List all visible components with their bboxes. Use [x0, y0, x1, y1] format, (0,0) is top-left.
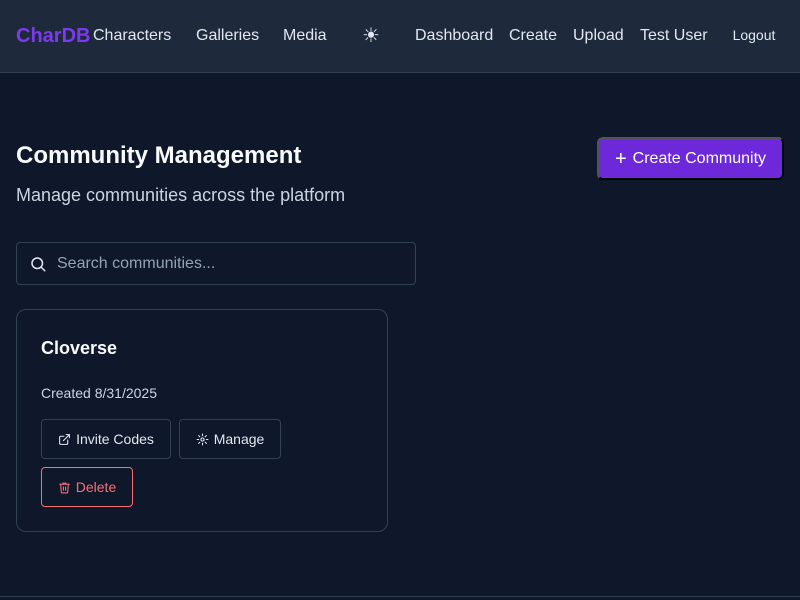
logout-button[interactable]: Logout [725, 24, 783, 46]
external-link-icon [59, 433, 70, 445]
trash-icon [58, 482, 70, 493]
theme-toggle-sun-icon[interactable]: ☀ [359, 23, 383, 49]
nav-link-create[interactable]: Create [509, 26, 557, 46]
create-community-button[interactable]: + Create Community [597, 137, 784, 180]
community-created-date: Created 8/31/2025 [41, 385, 157, 401]
delete-label: Delete [75, 479, 117, 495]
gear-icon [196, 433, 209, 445]
top-navbar: CharDB Characters Galleries Media ☀ Dash… [0, 0, 800, 73]
nav-link-characters[interactable]: Characters [93, 26, 171, 46]
nav-link-galleries[interactable]: Galleries [196, 26, 259, 46]
page-title: Community Management [16, 142, 302, 169]
user-name-link[interactable]: Test User [640, 26, 708, 46]
search-box [16, 242, 416, 285]
invite-codes-label: Invite Codes [76, 431, 154, 447]
community-card: Cloverse Created 8/31/2025 Invite Codes … [16, 309, 388, 532]
brand-logo[interactable]: CharDB [16, 25, 90, 47]
nav-link-media[interactable]: Media [283, 26, 327, 46]
manage-label: Manage [213, 431, 265, 447]
footer-divider [0, 596, 800, 597]
manage-button[interactable]: Manage [179, 419, 281, 459]
invite-codes-button[interactable]: Invite Codes [41, 419, 171, 459]
search-input[interactable] [57, 243, 413, 284]
page-subtitle: Manage communities across the platform [16, 185, 346, 205]
nav-link-upload[interactable]: Upload [573, 26, 624, 46]
nav-link-dashboard[interactable]: Dashboard [415, 26, 493, 46]
create-community-label: Create Community [632, 149, 767, 167]
delete-button[interactable]: Delete [41, 467, 133, 507]
plus-icon: + [614, 147, 627, 170]
community-name: Cloverse [41, 338, 118, 358]
search-icon [31, 257, 46, 272]
